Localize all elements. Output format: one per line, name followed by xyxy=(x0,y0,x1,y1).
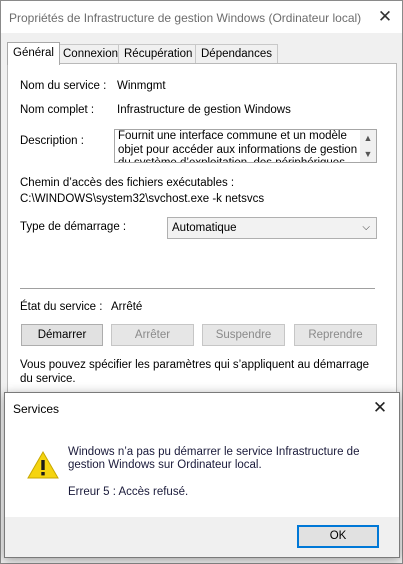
scroll-down-icon[interactable]: ▼ xyxy=(360,146,376,162)
title-bar: Propriétés de Infrastructure de gestion … xyxy=(1,1,402,33)
start-button[interactable]: Démarrer xyxy=(21,324,103,346)
description-textbox[interactable]: Fournit une interface commune et un modè… xyxy=(114,129,377,163)
stop-button[interactable]: Arrêter xyxy=(111,324,194,346)
status-value: Arrêté xyxy=(111,301,143,313)
description-text: Fournit une interface commune et un modè… xyxy=(118,130,358,163)
pause-button[interactable]: Suspendre xyxy=(202,324,285,346)
window-title: Propriétés de Infrastructure de gestion … xyxy=(9,11,362,25)
dialog-error-code: Erreur 5 : Accès refusé. xyxy=(68,486,189,498)
tab-recuperation[interactable]: Récupération xyxy=(118,44,199,64)
path-value: C:\WINDOWS\system32\svchost.exe -k netsv… xyxy=(20,193,265,205)
dialog-close-icon[interactable]: ✕ xyxy=(369,397,391,419)
params-text: Vous pouvez spécifier les paramètres qui… xyxy=(20,359,370,385)
startup-type-select[interactable]: Automatique ⌵ xyxy=(167,217,377,239)
description-label: Description : xyxy=(20,135,84,147)
warning-icon xyxy=(27,451,59,479)
service-name-label: Nom du service : xyxy=(20,80,107,92)
startup-type-label: Type de démarrage : xyxy=(20,221,127,233)
resume-button[interactable]: Reprendre xyxy=(294,324,377,346)
divider xyxy=(20,288,375,289)
tab-connexion[interactable]: Connexion xyxy=(57,44,124,64)
service-name-value: Winmgmt xyxy=(117,80,166,92)
description-scrollbar[interactable]: ▲ ▼ xyxy=(360,130,376,162)
scroll-up-icon[interactable]: ▲ xyxy=(360,130,376,146)
tab-dependances[interactable]: Dépendances xyxy=(195,44,278,64)
chevron-down-icon: ⌵ xyxy=(362,222,370,233)
ok-button[interactable]: OK xyxy=(297,525,379,548)
dialog-message: Windows n’a pas pu démarrer le service I… xyxy=(68,446,360,471)
status-label: État du service : xyxy=(20,301,103,313)
display-name-label: Nom complet : xyxy=(20,104,95,116)
dialog-title: Services xyxy=(13,402,60,416)
error-dialog: Services ✕ Windows n’a pas pu démarrer l… xyxy=(4,392,400,558)
display-name-value: Infrastructure de gestion Windows xyxy=(117,104,291,116)
startup-type-value: Automatique xyxy=(172,222,237,234)
dialog-footer: OK xyxy=(5,517,399,557)
window-close-icon[interactable]: ✕ xyxy=(374,6,396,28)
tab-general[interactable]: Général xyxy=(7,42,60,65)
path-label: Chemin d’accès des fichiers exécutables … xyxy=(20,177,235,189)
